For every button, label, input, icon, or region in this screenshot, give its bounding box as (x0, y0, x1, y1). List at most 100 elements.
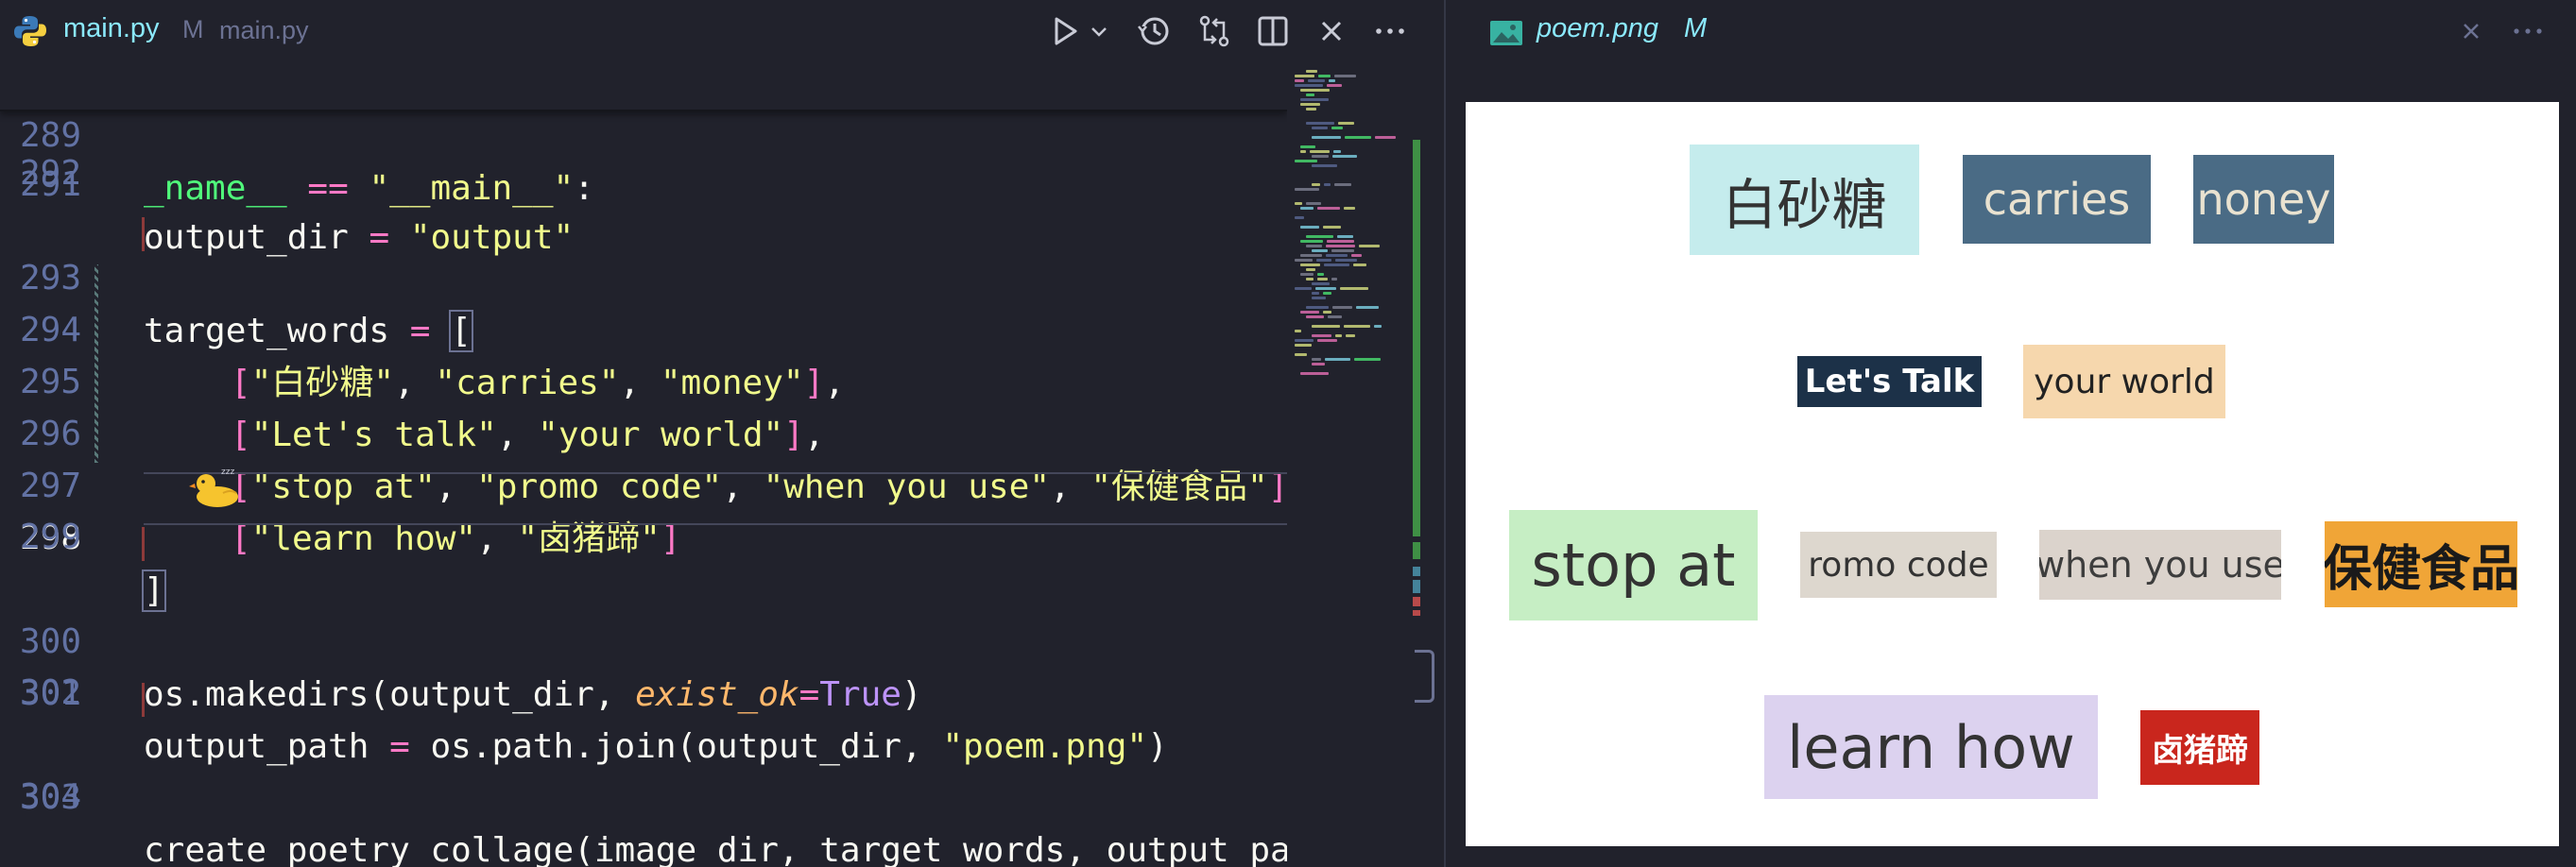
image-icon (1490, 21, 1522, 45)
minimap-line (1306, 315, 1324, 318)
code-editor-pane: main.py M main.py 291 output_dir = "outp… (0, 0, 1444, 867)
minimap-line (1295, 188, 1319, 191)
minimap-line (1335, 259, 1357, 262)
run-dropdown[interactable] (1087, 13, 1111, 49)
minimap-line (1300, 311, 1319, 314)
collage-word: 保健食品 (2325, 521, 2517, 607)
minimap-line (1312, 282, 1330, 285)
minimap-line (1295, 75, 1314, 77)
collage-word: romo code (1800, 532, 1997, 598)
minimap-line (1331, 127, 1343, 129)
minimap-line (1317, 207, 1340, 210)
minimap-line (1295, 330, 1301, 332)
svg-text:zzz: zzz (221, 468, 234, 477)
split-editor-icon (1258, 16, 1288, 46)
tab-path: main.py (219, 16, 309, 44)
minimap-line (1306, 94, 1314, 96)
collage-word-text: your world (2034, 362, 2215, 401)
minimap-line (1300, 226, 1319, 229)
minimap-line (1312, 325, 1340, 328)
minimap-line (1328, 315, 1342, 318)
minimap-line (1318, 75, 1331, 77)
compare-changes-button[interactable] (1196, 13, 1232, 49)
sticky-scroll-header[interactable]: 289 _name__ == "__main__": (0, 64, 1287, 208)
minimap-line (1312, 292, 1319, 295)
minimap-line (1300, 103, 1320, 106)
minimap-line (1306, 306, 1329, 309)
scrollbar-thumb[interactable] (1415, 650, 1434, 703)
collage-word-text: carries (1983, 174, 2131, 225)
minimap-line (1323, 292, 1331, 295)
minimap-line (1295, 259, 1313, 262)
minimap-line (1300, 89, 1330, 92)
run-icon (1055, 17, 1077, 45)
close-editor-button[interactable] (1314, 13, 1349, 49)
minimap-line (1312, 363, 1325, 366)
code-line-299: 299 (19, 518, 81, 556)
collage-word: stop at (1509, 510, 1758, 620)
close-image-button[interactable] (2453, 13, 2489, 49)
minimap-line (1332, 155, 1357, 158)
python-icon (14, 16, 46, 46)
minimap-line (1295, 202, 1302, 205)
minimap-line (1306, 268, 1315, 271)
minimap-line (1312, 183, 1320, 186)
minimap-line (1300, 264, 1320, 266)
code-line-303: 303 create_poetry_collage(image_dir, tar… (19, 778, 1287, 867)
minimap-line (1306, 70, 1317, 73)
minimap-line (1300, 207, 1314, 210)
minimap-line (1306, 122, 1334, 125)
code-line-297: 297 ["learn how", "卤猪蹄"] (19, 467, 681, 558)
more-actions-icon (2514, 28, 2542, 34)
collage-word-text: Let's Talk (1804, 363, 1975, 400)
minimap-line (1310, 150, 1330, 153)
collage-word: when you use (2039, 530, 2281, 600)
minimap-line (1295, 79, 1304, 82)
minimap-line (1331, 278, 1337, 280)
minimap-line (1300, 150, 1306, 153)
image-tab-filename: poem.png (1537, 13, 1658, 43)
minimap-line (1325, 358, 1350, 361)
minimap-line (1300, 273, 1314, 276)
collage-word-text: romo code (1808, 545, 1989, 585)
minimap[interactable] (1287, 64, 1419, 867)
minimap-line (1351, 254, 1362, 257)
minimap-line (1300, 98, 1329, 101)
minimap-line (1331, 249, 1354, 252)
minimap-line (1375, 136, 1396, 139)
minimap-line (1295, 339, 1314, 342)
minimap-line (1295, 216, 1304, 219)
minimap-line (1346, 334, 1355, 337)
minimap-line (1295, 353, 1307, 356)
minimap-line (1333, 150, 1341, 153)
chevron-down-icon (1091, 27, 1107, 37)
minimap-line (1312, 334, 1331, 337)
minimap-line (1295, 84, 1323, 87)
minimap-line (1323, 226, 1341, 229)
minimap-line (1334, 75, 1356, 77)
code-line-294: 294 ["白砂糖", "carries", "money"], (19, 311, 845, 402)
more-actions-button[interactable] (1372, 13, 1408, 49)
minimap-line (1374, 325, 1382, 328)
minimap-line (1306, 278, 1314, 280)
editor-tab-bar: main.py M main.py (0, 0, 1444, 64)
code-area[interactable]: 291 output_dir = "output" 292 293 target… (0, 64, 1287, 867)
modified-badge: M (182, 15, 204, 43)
run-button[interactable] (1047, 13, 1083, 49)
minimap-line (1306, 235, 1333, 238)
minimap-line (1312, 136, 1341, 139)
minimap-line (1306, 202, 1321, 205)
timeline-button[interactable] (1136, 13, 1172, 49)
split-editor-button[interactable] (1255, 13, 1291, 49)
code-line-302: 302 (19, 673, 81, 712)
minimap-line (1306, 245, 1322, 247)
collage-word: 白砂糖 (1690, 144, 1919, 255)
scrollbar-change-added (1413, 140, 1420, 536)
minimap-line (1356, 306, 1379, 309)
collage-word: carries (1963, 155, 2151, 244)
minimap-line (1300, 145, 1315, 148)
minimap-line (1312, 297, 1326, 299)
collage-word: 卤猪蹄 (2140, 710, 2259, 785)
image-more-actions-button[interactable] (2510, 13, 2546, 49)
minimap-line (1295, 344, 1312, 347)
